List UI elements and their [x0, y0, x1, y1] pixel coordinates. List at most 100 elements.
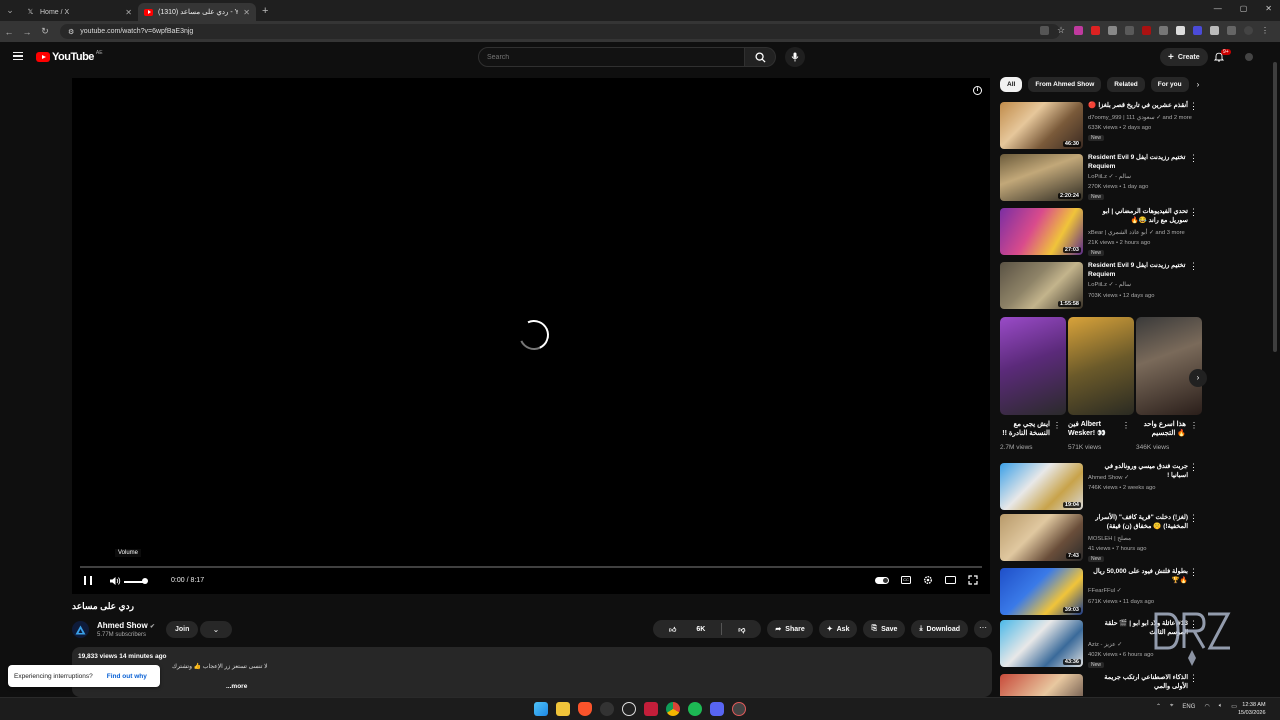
channel-name[interactable]: d7oomy_999 | سعودي 111 ✓ and 2 more [1088, 115, 1192, 121]
video-thumbnail[interactable]: 2:20:24 [1000, 154, 1083, 201]
recommended-video[interactable]: 19:04 جربت فندق ميسي ورونالدو في اسبانيا… [1000, 463, 1200, 511]
info-icon[interactable]: i [973, 86, 982, 95]
channel-avatar[interactable] [72, 621, 89, 638]
close-tab-icon[interactable]: ✕ [125, 8, 132, 17]
pause-icon[interactable] [84, 576, 92, 585]
close-tab-icon[interactable]: ✕ [243, 8, 250, 17]
find-out-why-link[interactable]: Find out why [107, 673, 147, 680]
tab-home-x[interactable]: 𝕏 Home / X ✕ [20, 3, 138, 21]
minimize-icon[interactable]: — [1214, 4, 1222, 13]
voice-search-button[interactable] [785, 47, 805, 67]
browser-menu-icon[interactable]: ⋮ [1261, 26, 1270, 35]
app-icon[interactable] [732, 702, 746, 716]
puzzle-icon[interactable] [1227, 26, 1236, 35]
page-scrollbar[interactable] [1272, 44, 1278, 694]
recommended-video[interactable]: الذكاء الاصطناعي ارتكب جريمة الأولى والم… [1000, 674, 1200, 696]
video-thumbnail[interactable] [1000, 674, 1083, 696]
chip-from-channel[interactable]: From Ahmed Show [1028, 77, 1102, 92]
tab-youtube[interactable]: (1310) ردي على مساعد - YouTube ✕ [138, 3, 256, 21]
app-icon[interactable] [644, 702, 658, 716]
video-thumbnail[interactable]: 39:03 [1000, 568, 1083, 615]
file-explorer-icon[interactable] [556, 702, 570, 716]
show-more-link[interactable]: ...more [226, 683, 247, 690]
chip-all[interactable]: All [1000, 77, 1023, 92]
more-options-icon[interactable]: ⋮ [1189, 568, 1198, 577]
more-options-icon[interactable]: ⋮ [1189, 154, 1198, 163]
maximize-icon[interactable]: ▢ [1240, 4, 1248, 13]
wifi-icon[interactable]: ◠ [1204, 703, 1209, 710]
search-button[interactable] [745, 47, 776, 67]
cast-icon[interactable] [1040, 26, 1049, 35]
extension-icon[interactable] [1108, 26, 1117, 35]
more-options-icon[interactable]: ⋮ [1189, 463, 1198, 472]
new-tab-button[interactable]: + [256, 5, 274, 17]
video-title[interactable]: Resident Evil 9 تختيم رزيدنت ايفل Requie… [1088, 262, 1188, 279]
subtitles-icon[interactable]: CC [901, 576, 911, 584]
description-box[interactable]: 19,833 views 14 minutes ago لا تنسى تستع… [72, 647, 992, 697]
extension-icon[interactable] [1091, 26, 1100, 35]
search-input[interactable] [478, 47, 745, 67]
volume-slider-handle[interactable] [142, 578, 148, 584]
discord-icon[interactable] [710, 702, 724, 716]
short-thumbnail[interactable] [1068, 317, 1134, 415]
extension-icon[interactable] [1074, 26, 1083, 35]
video-title[interactable]: بطولة فلتش فيود على 50,000 ريال 🔥🏆 [1088, 568, 1188, 585]
short-title[interactable]: هذا اسرع واحد 🔥 التجسيم [1136, 420, 1186, 438]
system-clock[interactable]: 12:38 AM 15/03/2026 [1238, 701, 1266, 717]
channel-name[interactable]: Aziz - عزيز ✓ [1088, 642, 1122, 648]
short-thumbnail[interactable] [1000, 317, 1066, 415]
save-button[interactable]: ⎘ Save [863, 620, 906, 638]
extension-icon[interactable] [1125, 26, 1134, 35]
battery-icon[interactable]: ▭ [1231, 703, 1237, 710]
youtube-logo[interactable]: YouTube AE [36, 50, 103, 63]
settings-gear-icon[interactable] [923, 575, 933, 585]
recommended-video[interactable]: 1:55:58 Resident Evil 9 تختيم رزيدنت ايف… [1000, 262, 1200, 310]
chip-related[interactable]: Related [1107, 77, 1145, 92]
more-options-icon[interactable]: ⋮ [1189, 208, 1198, 217]
dislike-button[interactable]: 👎︎ [722, 620, 761, 638]
forward-icon[interactable]: → [18, 27, 36, 37]
video-title[interactable]: Resident Evil 9 تختيم رزيدنت ايفل Requie… [1088, 154, 1188, 171]
chrome-icon[interactable] [666, 702, 680, 716]
extension-icon[interactable] [1142, 26, 1151, 35]
share-button[interactable]: ➦ Share [767, 620, 813, 638]
tray-chevron-icon[interactable]: ⌃ [1156, 703, 1161, 710]
speaker-icon[interactable]: 🔈︎ [1219, 703, 1223, 710]
more-options-icon[interactable]: ⋮ [1053, 421, 1061, 430]
menu-icon[interactable] [13, 52, 23, 60]
channel-name[interactable]: LoPiiLz ✓ - سالم [1088, 174, 1131, 180]
fullscreen-icon[interactable] [968, 575, 978, 585]
window-close-icon[interactable]: ✕ [1265, 4, 1272, 13]
video-title[interactable]: تحدي الفيديوهات الرمضاني | ابو سوريل مع … [1088, 208, 1188, 225]
language-indicator[interactable]: ENG [1182, 704, 1195, 710]
recommended-video[interactable]: 7:43 (لغز!) دخلت "قرية كافف" (الأسرار ال… [1000, 514, 1200, 562]
bookmark-star-icon[interactable]: ☆ [1057, 26, 1066, 35]
extension-icon[interactable] [1159, 26, 1168, 35]
url-field[interactable]: ⚙ youtube.com/watch?v=6wpfBaE3njg [60, 24, 1060, 39]
tab-search-icon[interactable]: ⌄ [0, 0, 20, 21]
extension-icon[interactable] [1193, 26, 1202, 35]
video-thumbnail[interactable]: 46:30 [1000, 102, 1083, 149]
channel-name[interactable]: LoPiiLz ✓ - سالم [1088, 282, 1131, 288]
more-options-icon[interactable]: ⋮ [1189, 674, 1198, 683]
video-title[interactable]: أنقذم عشرين في تاريخ قصر بلغزا 🔴 [1088, 102, 1188, 111]
like-button[interactable]: 👍︎ 6K [653, 620, 721, 638]
short-thumbnail[interactable] [1136, 317, 1202, 415]
channel-name[interactable]: FFearFFul ✓ [1088, 588, 1122, 594]
video-thumbnail[interactable]: 7:43 [1000, 514, 1083, 561]
video-title[interactable]: (لغز!) دخلت "قرية كافف" (الأسرار المخفية… [1088, 514, 1188, 531]
download-button[interactable]: ⤓ Download [911, 620, 968, 638]
back-icon[interactable]: ← [0, 27, 18, 37]
create-button[interactable]: + Create [1160, 48, 1208, 66]
ask-button[interactable]: ✦ Ask [818, 620, 858, 638]
recommended-video[interactable]: 46:30 أنقذم عشرين في تاريخ قصر بلغزا 🔴 d… [1000, 102, 1200, 150]
volume-icon[interactable] [109, 576, 121, 586]
video-thumbnail[interactable]: 27:03 [1000, 208, 1083, 255]
progress-bar[interactable] [80, 566, 982, 568]
app-icon[interactable] [622, 702, 636, 716]
video-thumbnail[interactable]: 1:55:58 [1000, 262, 1083, 309]
profile-avatar-icon[interactable] [1244, 26, 1253, 35]
video-thumbnail[interactable]: 19:04 [1000, 463, 1083, 510]
channel-name[interactable]: Ahmed Show ✔ [97, 621, 155, 630]
more-options-icon[interactable]: ⋮ [1189, 514, 1198, 523]
